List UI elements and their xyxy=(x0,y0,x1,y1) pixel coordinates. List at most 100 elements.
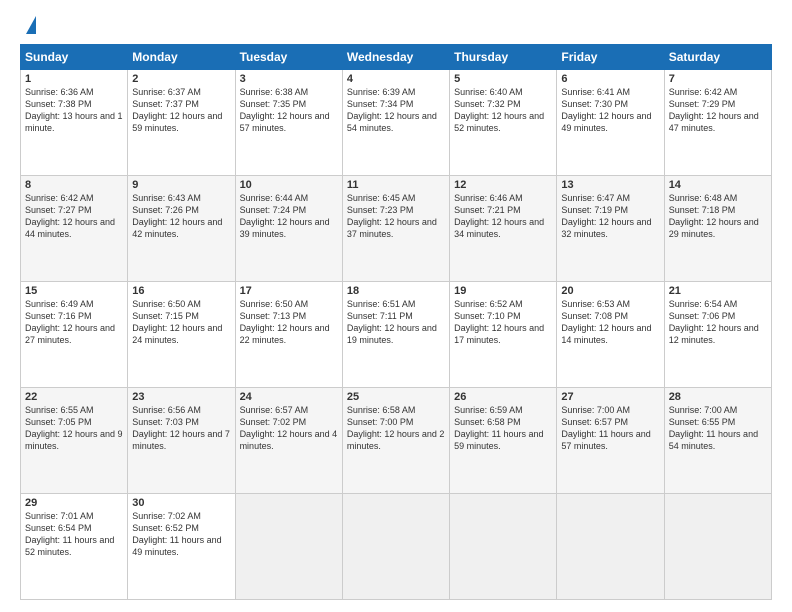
calendar-cell: 20 Sunrise: 6:53 AMSunset: 7:08 PMDaylig… xyxy=(557,282,664,388)
day-number: 10 xyxy=(240,179,338,191)
cell-info: Sunrise: 6:41 AMSunset: 7:30 PMDaylight:… xyxy=(561,86,659,135)
weekday-header: Wednesday xyxy=(342,45,449,70)
calendar-week-row: 15 Sunrise: 6:49 AMSunset: 7:16 PMDaylig… xyxy=(21,282,772,388)
cell-info: Sunrise: 6:42 AMSunset: 7:27 PMDaylight:… xyxy=(25,192,123,241)
day-number: 30 xyxy=(132,497,230,509)
cell-info: Sunrise: 7:00 AMSunset: 6:55 PMDaylight:… xyxy=(669,404,767,453)
calendar-cell: 23 Sunrise: 6:56 AMSunset: 7:03 PMDaylig… xyxy=(128,388,235,494)
calendar-cell: 9 Sunrise: 6:43 AMSunset: 7:26 PMDayligh… xyxy=(128,176,235,282)
cell-info: Sunrise: 7:00 AMSunset: 6:57 PMDaylight:… xyxy=(561,404,659,453)
calendar-cell: 26 Sunrise: 6:59 AMSunset: 6:58 PMDaylig… xyxy=(450,388,557,494)
cell-info: Sunrise: 6:36 AMSunset: 7:38 PMDaylight:… xyxy=(25,86,123,135)
cell-info: Sunrise: 7:02 AMSunset: 6:52 PMDaylight:… xyxy=(132,510,230,559)
cell-info: Sunrise: 6:39 AMSunset: 7:34 PMDaylight:… xyxy=(347,86,445,135)
day-number: 1 xyxy=(25,73,123,85)
calendar-cell: 28 Sunrise: 7:00 AMSunset: 6:55 PMDaylig… xyxy=(664,388,771,494)
day-number: 8 xyxy=(25,179,123,191)
calendar-cell: 6 Sunrise: 6:41 AMSunset: 7:30 PMDayligh… xyxy=(557,70,664,176)
day-number: 21 xyxy=(669,285,767,297)
calendar-cell: 18 Sunrise: 6:51 AMSunset: 7:11 PMDaylig… xyxy=(342,282,449,388)
calendar-cell: 8 Sunrise: 6:42 AMSunset: 7:27 PMDayligh… xyxy=(21,176,128,282)
day-number: 15 xyxy=(25,285,123,297)
calendar-cell: 14 Sunrise: 6:48 AMSunset: 7:18 PMDaylig… xyxy=(664,176,771,282)
day-number: 20 xyxy=(561,285,659,297)
calendar-cell xyxy=(664,494,771,600)
calendar-cell: 25 Sunrise: 6:58 AMSunset: 7:00 PMDaylig… xyxy=(342,388,449,494)
cell-info: Sunrise: 6:49 AMSunset: 7:16 PMDaylight:… xyxy=(25,298,123,347)
cell-info: Sunrise: 6:56 AMSunset: 7:03 PMDaylight:… xyxy=(132,404,230,453)
day-number: 17 xyxy=(240,285,338,297)
day-number: 2 xyxy=(132,73,230,85)
cell-info: Sunrise: 6:52 AMSunset: 7:10 PMDaylight:… xyxy=(454,298,552,347)
cell-info: Sunrise: 6:50 AMSunset: 7:15 PMDaylight:… xyxy=(132,298,230,347)
day-number: 27 xyxy=(561,391,659,403)
cell-info: Sunrise: 6:43 AMSunset: 7:26 PMDaylight:… xyxy=(132,192,230,241)
calendar-cell: 12 Sunrise: 6:46 AMSunset: 7:21 PMDaylig… xyxy=(450,176,557,282)
day-number: 24 xyxy=(240,391,338,403)
calendar-cell: 2 Sunrise: 6:37 AMSunset: 7:37 PMDayligh… xyxy=(128,70,235,176)
logo xyxy=(20,16,36,34)
day-number: 29 xyxy=(25,497,123,509)
header xyxy=(20,16,772,34)
calendar-cell: 1 Sunrise: 6:36 AMSunset: 7:38 PMDayligh… xyxy=(21,70,128,176)
cell-info: Sunrise: 6:48 AMSunset: 7:18 PMDaylight:… xyxy=(669,192,767,241)
cell-info: Sunrise: 6:54 AMSunset: 7:06 PMDaylight:… xyxy=(669,298,767,347)
day-number: 9 xyxy=(132,179,230,191)
day-number: 25 xyxy=(347,391,445,403)
cell-info: Sunrise: 6:57 AMSunset: 7:02 PMDaylight:… xyxy=(240,404,338,453)
calendar-cell xyxy=(342,494,449,600)
calendar-cell: 24 Sunrise: 6:57 AMSunset: 7:02 PMDaylig… xyxy=(235,388,342,494)
day-number: 28 xyxy=(669,391,767,403)
cell-info: Sunrise: 6:51 AMSunset: 7:11 PMDaylight:… xyxy=(347,298,445,347)
calendar-cell xyxy=(557,494,664,600)
calendar-cell: 21 Sunrise: 6:54 AMSunset: 7:06 PMDaylig… xyxy=(664,282,771,388)
cell-info: Sunrise: 6:58 AMSunset: 7:00 PMDaylight:… xyxy=(347,404,445,453)
calendar-cell: 17 Sunrise: 6:50 AMSunset: 7:13 PMDaylig… xyxy=(235,282,342,388)
day-number: 11 xyxy=(347,179,445,191)
cell-info: Sunrise: 6:53 AMSunset: 7:08 PMDaylight:… xyxy=(561,298,659,347)
cell-info: Sunrise: 6:50 AMSunset: 7:13 PMDaylight:… xyxy=(240,298,338,347)
day-number: 26 xyxy=(454,391,552,403)
page: SundayMondayTuesdayWednesdayThursdayFrid… xyxy=(0,0,792,612)
day-number: 5 xyxy=(454,73,552,85)
calendar-body: 1 Sunrise: 6:36 AMSunset: 7:38 PMDayligh… xyxy=(21,70,772,600)
day-number: 18 xyxy=(347,285,445,297)
calendar-week-row: 29 Sunrise: 7:01 AMSunset: 6:54 PMDaylig… xyxy=(21,494,772,600)
calendar-cell: 5 Sunrise: 6:40 AMSunset: 7:32 PMDayligh… xyxy=(450,70,557,176)
cell-info: Sunrise: 6:46 AMSunset: 7:21 PMDaylight:… xyxy=(454,192,552,241)
day-number: 19 xyxy=(454,285,552,297)
day-number: 23 xyxy=(132,391,230,403)
calendar-cell: 15 Sunrise: 6:49 AMSunset: 7:16 PMDaylig… xyxy=(21,282,128,388)
calendar-cell: 4 Sunrise: 6:39 AMSunset: 7:34 PMDayligh… xyxy=(342,70,449,176)
day-number: 6 xyxy=(561,73,659,85)
logo-triangle-icon xyxy=(26,16,36,34)
day-number: 12 xyxy=(454,179,552,191)
weekday-header: Saturday xyxy=(664,45,771,70)
cell-info: Sunrise: 6:55 AMSunset: 7:05 PMDaylight:… xyxy=(25,404,123,453)
calendar-header: SundayMondayTuesdayWednesdayThursdayFrid… xyxy=(21,45,772,70)
calendar-cell: 22 Sunrise: 6:55 AMSunset: 7:05 PMDaylig… xyxy=(21,388,128,494)
day-number: 13 xyxy=(561,179,659,191)
cell-info: Sunrise: 6:45 AMSunset: 7:23 PMDaylight:… xyxy=(347,192,445,241)
calendar-week-row: 1 Sunrise: 6:36 AMSunset: 7:38 PMDayligh… xyxy=(21,70,772,176)
cell-info: Sunrise: 7:01 AMSunset: 6:54 PMDaylight:… xyxy=(25,510,123,559)
cell-info: Sunrise: 6:38 AMSunset: 7:35 PMDaylight:… xyxy=(240,86,338,135)
day-number: 7 xyxy=(669,73,767,85)
calendar-cell: 30 Sunrise: 7:02 AMSunset: 6:52 PMDaylig… xyxy=(128,494,235,600)
calendar-cell: 7 Sunrise: 6:42 AMSunset: 7:29 PMDayligh… xyxy=(664,70,771,176)
calendar-cell: 11 Sunrise: 6:45 AMSunset: 7:23 PMDaylig… xyxy=(342,176,449,282)
calendar-cell: 16 Sunrise: 6:50 AMSunset: 7:15 PMDaylig… xyxy=(128,282,235,388)
day-number: 4 xyxy=(347,73,445,85)
cell-info: Sunrise: 6:47 AMSunset: 7:19 PMDaylight:… xyxy=(561,192,659,241)
weekday-row: SundayMondayTuesdayWednesdayThursdayFrid… xyxy=(21,45,772,70)
calendar-cell: 10 Sunrise: 6:44 AMSunset: 7:24 PMDaylig… xyxy=(235,176,342,282)
weekday-header: Thursday xyxy=(450,45,557,70)
day-number: 3 xyxy=(240,73,338,85)
weekday-header: Monday xyxy=(128,45,235,70)
calendar-cell xyxy=(450,494,557,600)
cell-info: Sunrise: 6:59 AMSunset: 6:58 PMDaylight:… xyxy=(454,404,552,453)
day-number: 16 xyxy=(132,285,230,297)
cell-info: Sunrise: 6:44 AMSunset: 7:24 PMDaylight:… xyxy=(240,192,338,241)
calendar-table: SundayMondayTuesdayWednesdayThursdayFrid… xyxy=(20,44,772,600)
calendar-cell xyxy=(235,494,342,600)
